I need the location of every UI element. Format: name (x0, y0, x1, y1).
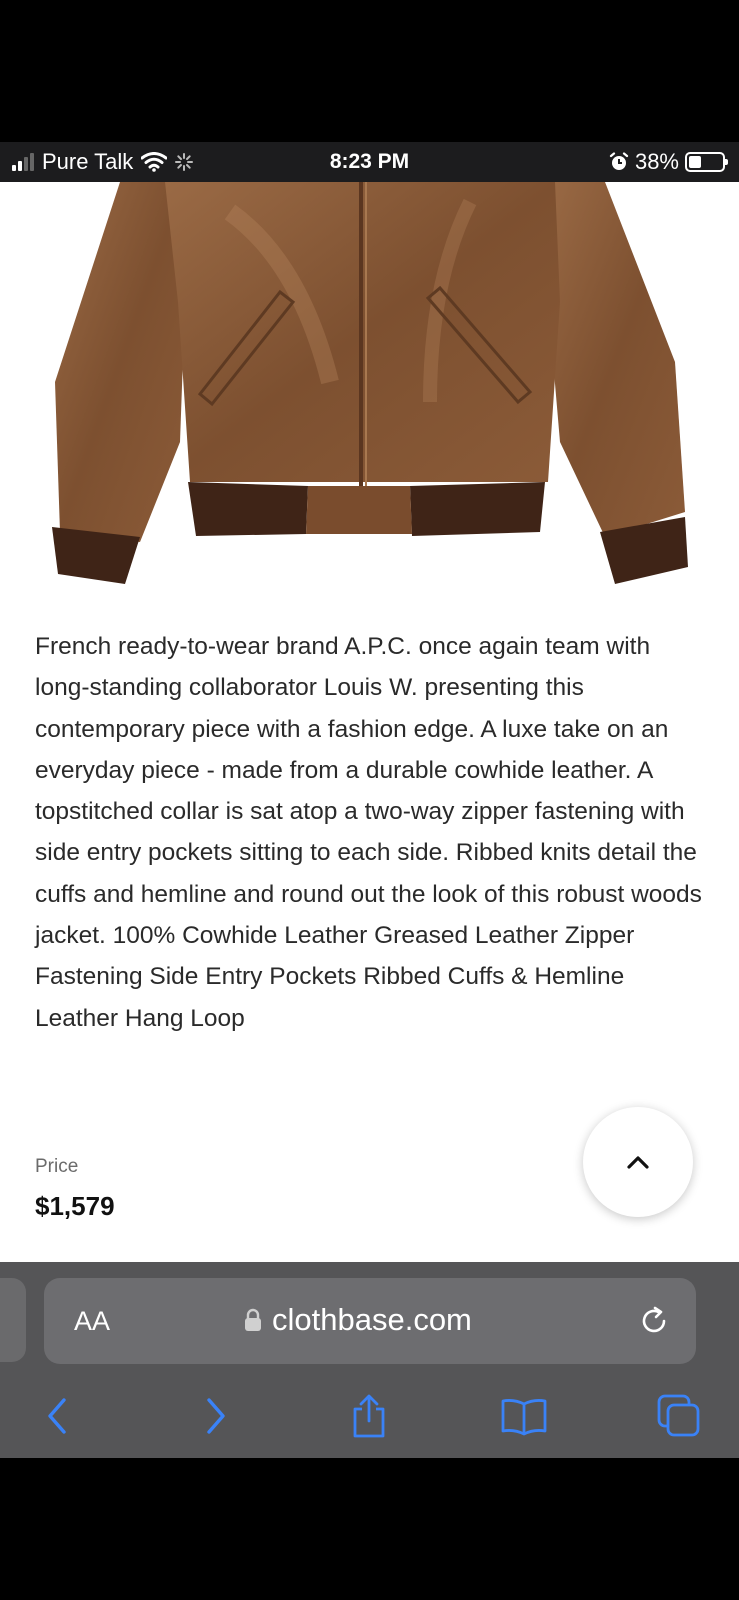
share-button[interactable] (345, 1392, 393, 1440)
top-black-area (0, 0, 739, 142)
bottom-black-area (0, 1458, 739, 1600)
scroll-to-top-button[interactable] (583, 1107, 693, 1217)
product-description: French ready-to-wear brand A.P.C. once a… (35, 633, 702, 1032)
status-bar: Pure Talk 8:23 PM 38% (0, 142, 739, 182)
leather-jacket-photo (52, 182, 688, 584)
address-bar[interactable]: AA clothbase.com (44, 1278, 696, 1364)
browser-bottom-bar: AA clothbase.com (0, 1262, 739, 1458)
text-size-button[interactable]: AA (74, 1306, 110, 1337)
lock-icon (245, 1308, 261, 1331)
tabs-icon (657, 1394, 700, 1437)
bookmarks-button[interactable] (500, 1392, 548, 1440)
previous-tab-peek[interactable] (0, 1278, 26, 1362)
bookmarks-icon (501, 1399, 547, 1436)
battery-icon (685, 152, 728, 172)
forward-button[interactable] (192, 1392, 240, 1440)
reload-icon[interactable] (638, 1304, 672, 1338)
chevron-up-icon (627, 1156, 649, 1169)
price-value: $1,579 (35, 1191, 115, 1221)
forward-icon (207, 1398, 225, 1434)
alarm-icon (609, 152, 629, 170)
web-page[interactable]: French ready-to-wear brand A.P.C. once a… (0, 182, 739, 1262)
text-size-label: AA (74, 1306, 111, 1336)
tabs-button[interactable] (655, 1392, 703, 1440)
url-text: clothbase.com (272, 1302, 472, 1337)
back-icon (48, 1398, 66, 1434)
battery-percent: 38% (634, 149, 679, 174)
browser-toolbar (0, 1374, 739, 1458)
share-icon (353, 1394, 385, 1438)
back-button[interactable] (33, 1392, 81, 1440)
price-label: Price (35, 1156, 79, 1177)
